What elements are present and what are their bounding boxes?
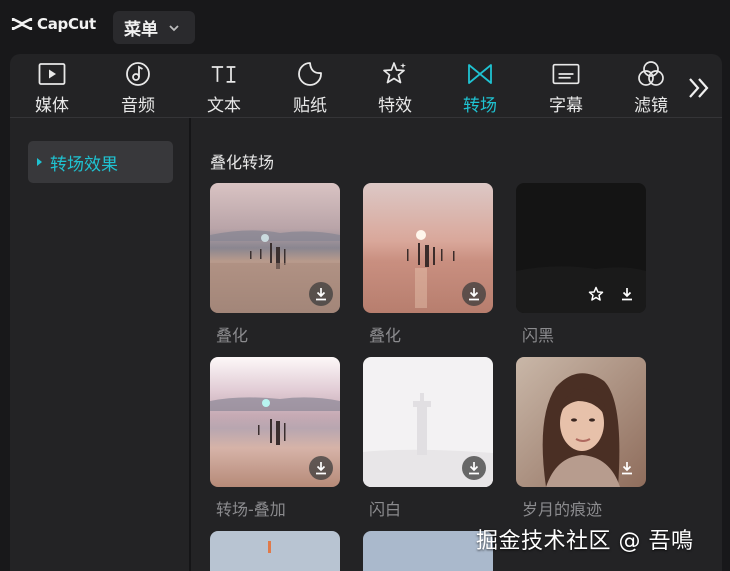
sidebar-item-transition-effects[interactable]: 转场效果 xyxy=(28,141,173,183)
tab-captions[interactable]: 字幕 xyxy=(536,60,596,116)
category-sidebar: 转场效果 xyxy=(10,118,191,571)
tab-label: 转场 xyxy=(463,96,497,116)
tab-label: 字幕 xyxy=(549,96,583,116)
double-chevron-right-icon[interactable] xyxy=(684,76,712,100)
transition-card[interactable] xyxy=(363,357,493,487)
category-toolbar: 媒体 音频 文本 贴纸 特效 转场 字幕 滤镜 xyxy=(10,54,722,118)
transition-card[interactable] xyxy=(363,183,493,313)
transition-card[interactable] xyxy=(516,183,646,313)
menu-label: 菜单 xyxy=(124,20,158,40)
tab-label: 文本 xyxy=(207,96,241,116)
transition-card[interactable] xyxy=(363,531,493,571)
download-icon[interactable] xyxy=(615,282,639,306)
caption-icon xyxy=(552,60,580,88)
title-bar: CapCut 菜单 xyxy=(0,0,730,54)
card-label: 闪黑 xyxy=(522,326,555,345)
sidebar-item-label: 转场效果 xyxy=(50,154,118,175)
tab-sticker[interactable]: 贴纸 xyxy=(280,60,340,116)
transition-card[interactable] xyxy=(210,183,340,313)
media-play-icon xyxy=(38,60,66,88)
capcut-app: CapCut 菜单 媒体 音频 文本 贴纸 特效 转场 字幕 滤镜 转场效果 叠… xyxy=(0,0,730,571)
watermark: 掘金技术社区 @ 吾鳴 xyxy=(476,529,694,554)
tab-text[interactable]: 文本 xyxy=(194,60,254,116)
card-label: 叠化 xyxy=(369,326,402,345)
filter-circles-icon xyxy=(637,60,665,88)
audio-note-icon xyxy=(124,60,152,88)
tab-label: 贴纸 xyxy=(293,96,327,116)
tab-transition[interactable]: 转场 xyxy=(450,60,510,116)
sticker-icon xyxy=(296,60,324,88)
transition-card[interactable] xyxy=(516,357,646,487)
download-icon[interactable] xyxy=(615,456,639,480)
favorite-star-icon[interactable] xyxy=(584,282,608,306)
download-icon[interactable] xyxy=(309,282,333,306)
download-icon[interactable] xyxy=(309,456,333,480)
caret-right-icon xyxy=(37,158,42,166)
text-ti-icon xyxy=(210,60,238,88)
chevron-down-icon xyxy=(169,24,179,31)
tab-label: 特效 xyxy=(378,96,412,116)
thumbnail-image xyxy=(363,531,493,571)
transition-card[interactable] xyxy=(210,357,340,487)
tab-audio[interactable]: 音频 xyxy=(108,60,168,116)
tab-label: 媒体 xyxy=(35,96,69,116)
tab-media[interactable]: 媒体 xyxy=(22,60,82,116)
capcut-logo: CapCut xyxy=(11,13,96,35)
menu-button[interactable]: 菜单 xyxy=(113,11,195,44)
tab-filters[interactable]: 滤镜 xyxy=(621,60,681,116)
download-icon[interactable] xyxy=(462,282,486,306)
card-label: 岁月的痕迹 xyxy=(522,500,603,519)
thumbnail-image xyxy=(210,531,340,571)
capcut-logo-icon xyxy=(11,17,33,31)
transition-card[interactable] xyxy=(210,531,340,571)
card-label: 叠化 xyxy=(216,326,249,345)
app-name: CapCut xyxy=(37,15,96,33)
tab-label: 音频 xyxy=(121,96,155,116)
tab-effects[interactable]: 特效 xyxy=(365,60,425,116)
download-icon[interactable] xyxy=(462,456,486,480)
card-label: 转场-叠加 xyxy=(216,500,286,519)
tab-label: 滤镜 xyxy=(634,96,668,116)
transition-bowtie-icon xyxy=(466,60,494,88)
effects-star-icon xyxy=(381,60,409,88)
section-title: 叠化转场 xyxy=(210,153,275,172)
card-label: 闪白 xyxy=(369,500,402,519)
